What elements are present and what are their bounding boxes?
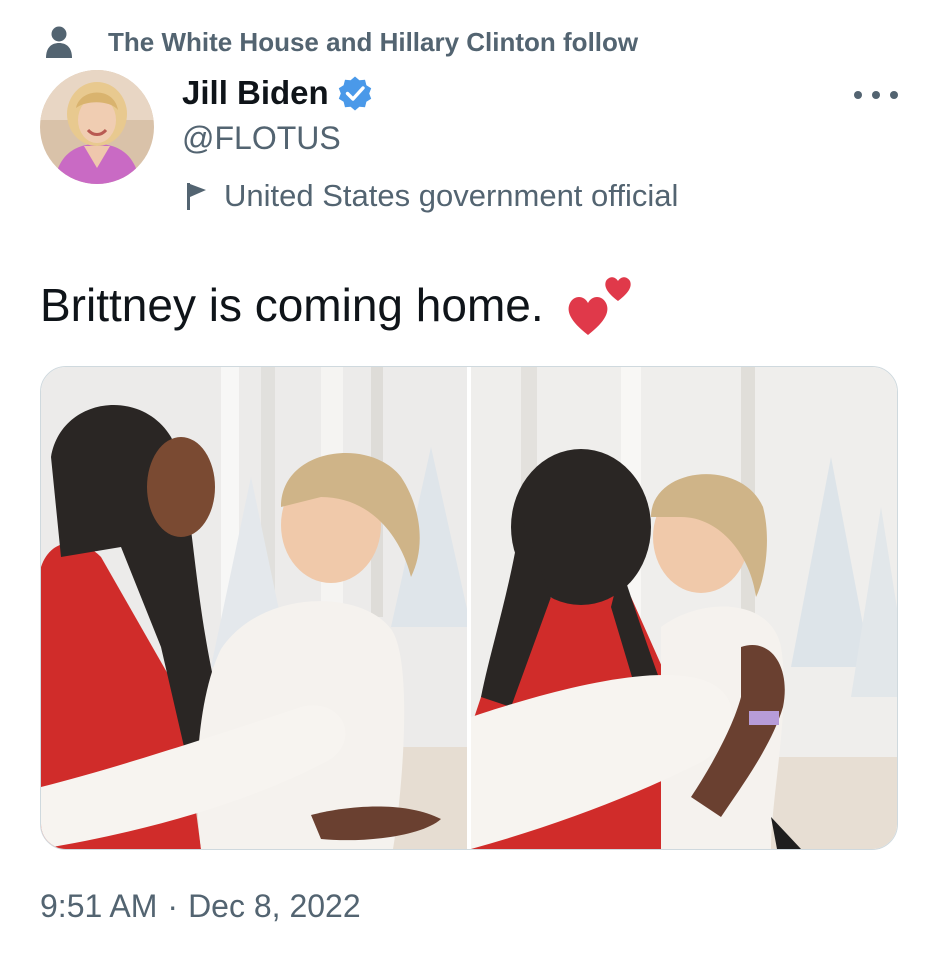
avatar[interactable] xyxy=(40,70,154,184)
flag-icon xyxy=(186,181,208,211)
person-icon xyxy=(44,25,74,59)
photo-2[interactable] xyxy=(471,367,897,849)
tweet-date[interactable]: Dec 8, 2022 xyxy=(188,888,361,925)
verified-badge-icon xyxy=(337,75,373,111)
more-dots-icon xyxy=(854,91,862,99)
tweet-timestamp[interactable]: 9:51 AM · Dec 8, 2022 xyxy=(40,888,361,925)
affiliation-label-text: United States government official xyxy=(224,178,679,213)
affiliation-label[interactable]: United States government official xyxy=(186,178,678,214)
avatar-photo xyxy=(40,70,154,184)
more-dot xyxy=(890,91,898,99)
more-options-button[interactable] xyxy=(854,80,898,110)
social-context-text: The White House and Hillary Clinton foll… xyxy=(108,26,639,57)
more-dot xyxy=(872,91,880,99)
tweet-time[interactable]: 9:51 AM xyxy=(40,888,157,925)
social-context[interactable]: The White House and Hillary Clinton foll… xyxy=(44,22,638,62)
photo-1[interactable] xyxy=(41,367,467,849)
author-name-row[interactable]: Jill Biden xyxy=(182,74,373,112)
tweet-text: Brittney is coming home. xyxy=(40,272,636,338)
author-display-name[interactable]: Jill Biden xyxy=(182,74,329,112)
two-hearts-icon xyxy=(566,273,636,337)
photo-icon xyxy=(41,367,467,849)
tweet-media xyxy=(40,366,898,850)
photo-icon xyxy=(471,367,897,849)
author-handle[interactable]: @FLOTUS xyxy=(182,120,341,157)
timestamp-separator: · xyxy=(167,888,179,924)
tweet-body: Brittney is coming home. xyxy=(40,279,544,331)
